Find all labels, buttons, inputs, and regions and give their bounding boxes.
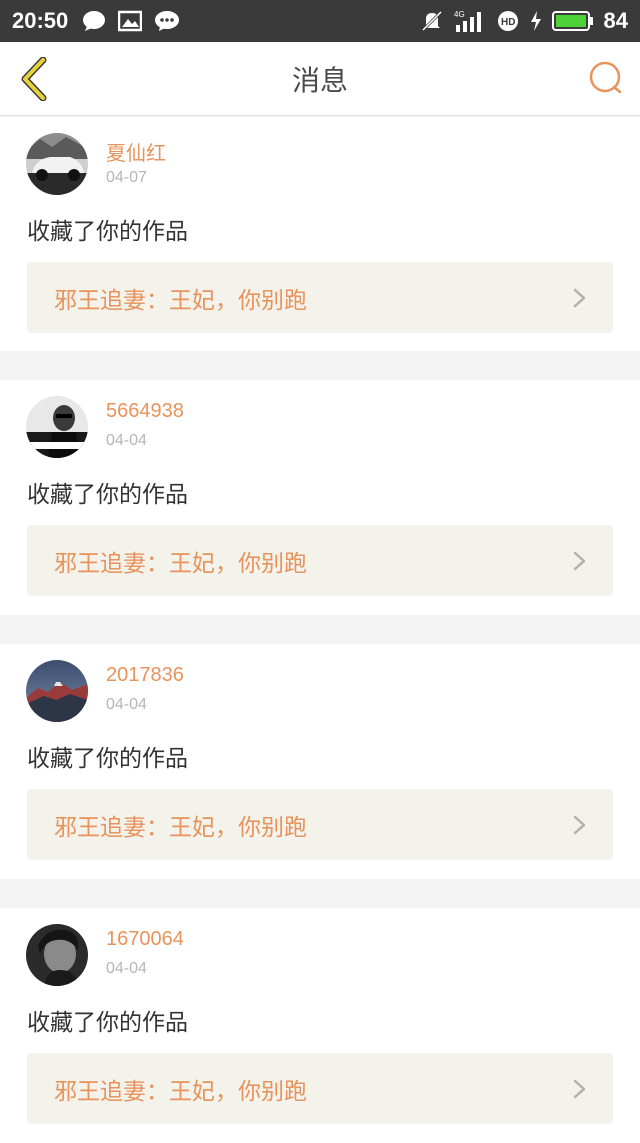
charging-icon <box>530 10 542 32</box>
work-link[interactable]: 邪王追妻：王妃，你别跑 <box>27 789 613 860</box>
status-bar: 20:50 4G HD 84 <box>0 0 640 42</box>
back-chevron-icon <box>21 57 47 101</box>
work-title: 邪王追妻：王妃，你别跑 <box>54 550 307 577</box>
avatar[interactable] <box>26 133 88 195</box>
message-date: 04-04 <box>106 960 147 977</box>
user-name[interactable]: 5664938 <box>106 400 184 423</box>
battery-icon <box>551 10 594 32</box>
message-text: 收藏了你的作品 <box>27 746 188 772</box>
chevron-right-icon <box>573 1079 586 1099</box>
message-text: 收藏了你的作品 <box>27 1010 188 1036</box>
svg-text:4G: 4G <box>454 10 465 19</box>
back-button[interactable] <box>14 56 54 102</box>
header-bar: 消息 <box>0 42 640 116</box>
svg-text:HD: HD <box>501 17 515 28</box>
avatar[interactable] <box>26 660 88 722</box>
chevron-right-icon <box>573 288 586 308</box>
message-list: 夏仙红 04-07 收藏了你的作品 邪王追妻：王妃，你别跑 5664938 04… <box>0 117 640 1143</box>
chevron-right-icon <box>573 551 586 571</box>
search-icon <box>589 61 622 94</box>
work-title: 邪王追妻：王妃，你别跑 <box>54 287 307 314</box>
message-text: 收藏了你的作品 <box>27 482 188 508</box>
work-title: 邪王追妻：王妃，你别跑 <box>54 814 307 841</box>
message-card: 5664938 04-04 收藏了你的作品 邪王追妻：王妃，你别跑 <box>0 380 640 615</box>
avatar[interactable] <box>26 396 88 458</box>
battery-percent: 84 <box>603 8 628 33</box>
search-button[interactable] <box>586 58 626 98</box>
image-icon <box>118 10 143 32</box>
hd-icon: HD <box>496 9 520 33</box>
message-card: 夏仙红 04-07 收藏了你的作品 邪王追妻：王妃，你别跑 <box>0 117 640 351</box>
user-name[interactable]: 1670064 <box>106 928 184 951</box>
message-text: 收藏了你的作品 <box>27 219 188 245</box>
message-date: 04-07 <box>106 169 147 186</box>
message-card: 1670064 04-04 收藏了你的作品 邪王追妻：王妃，你别跑 <box>0 908 640 1143</box>
message-date: 04-04 <box>106 432 147 449</box>
mute-icon <box>420 9 444 33</box>
work-link[interactable]: 邪王追妻：王妃，你别跑 <box>27 525 613 596</box>
message-card: 2017836 04-04 收藏了你的作品 邪王追妻：王妃，你别跑 <box>0 644 640 879</box>
work-link[interactable]: 邪王追妻：王妃，你别跑 <box>27 1053 613 1124</box>
message-date: 04-04 <box>106 696 147 713</box>
user-name[interactable]: 夏仙红 <box>106 137 166 166</box>
chat-bubble-icon <box>82 10 106 32</box>
page-title: 消息 <box>291 63 348 97</box>
work-title: 邪王追妻：王妃，你别跑 <box>54 1078 307 1105</box>
work-link[interactable]: 邪王追妻：王妃，你别跑 <box>27 262 613 333</box>
chevron-right-icon <box>573 815 586 835</box>
status-time: 20:50 <box>12 8 69 33</box>
avatar[interactable] <box>26 924 88 986</box>
wechat-icon <box>154 10 180 32</box>
user-name[interactable]: 2017836 <box>106 664 184 687</box>
signal-4g-icon: 4G <box>454 9 486 33</box>
